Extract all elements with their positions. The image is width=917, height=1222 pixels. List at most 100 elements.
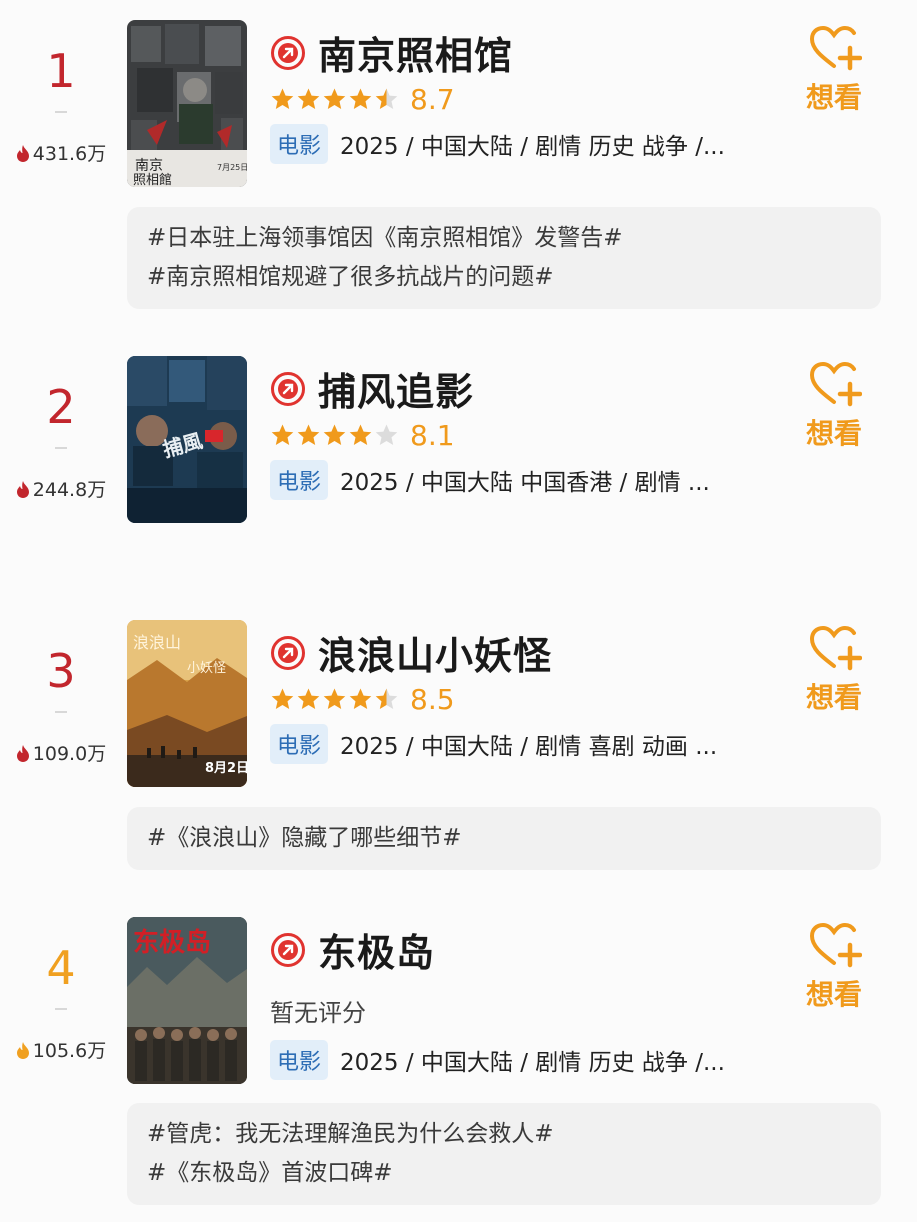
rating: 8.7 bbox=[270, 82, 455, 116]
star-icon bbox=[349, 88, 372, 109]
meta-row: 电影 2025 / 中国大陆 / 剧情 历史 战争 /... bbox=[270, 124, 725, 164]
rank-number: 2 bbox=[46, 380, 76, 434]
playing-badge-icon bbox=[271, 35, 305, 70]
movie-meta: 2025 / 中国大陆 / 剧情 历史 战争 /... bbox=[340, 1050, 725, 1076]
star-icon bbox=[349, 688, 372, 709]
star-icon bbox=[271, 88, 294, 109]
topic-link[interactable]: #南京照相馆规避了很多抗战片的问题# bbox=[147, 258, 861, 297]
title-row: 东极岛 bbox=[270, 922, 435, 977]
heat-value: 431.6万 bbox=[32, 143, 107, 165]
topic-link[interactable]: #日本驻上海领事馆因《南京照相馆》发警告# bbox=[147, 219, 861, 258]
movie-poster[interactable]: 浪浪山 小妖怪 8月2日 bbox=[127, 620, 247, 787]
want-to-watch-button[interactable]: 想看 bbox=[798, 24, 870, 116]
star-icon bbox=[297, 688, 320, 709]
flame-icon bbox=[16, 1042, 29, 1059]
title-row: 捕风追影 bbox=[270, 361, 474, 416]
movie-meta: 2025 / 中国大陆 / 剧情 喜剧 动画 ... bbox=[340, 734, 718, 760]
heat-count: 105.6万 bbox=[0, 1036, 122, 1063]
category-tag: 电影 bbox=[270, 1040, 329, 1080]
star-icon bbox=[297, 88, 320, 109]
movie-poster[interactable]: 捕風 bbox=[127, 356, 247, 523]
title-row: 浪浪山小妖怪 bbox=[270, 625, 552, 680]
star-icon bbox=[349, 424, 372, 445]
movie-title[interactable]: 东极岛 bbox=[318, 922, 435, 977]
meta-row: 电影 2025 / 中国大陆 中国香港 / 剧情 ... bbox=[270, 460, 710, 500]
rank-divider bbox=[55, 447, 67, 449]
want-label: 想看 bbox=[805, 417, 862, 450]
star-icon bbox=[271, 424, 294, 445]
rating: 8.1 bbox=[270, 418, 455, 452]
star-icon bbox=[271, 688, 294, 709]
want-to-watch-button[interactable]: 想看 bbox=[798, 624, 870, 716]
heat-value: 109.0万 bbox=[32, 743, 107, 765]
svg-text:小妖怪: 小妖怪 bbox=[187, 661, 226, 676]
meta-row: 电影 2025 / 中国大陆 / 剧情 历史 战争 /... bbox=[270, 1040, 725, 1080]
svg-text:东极岛: 东极岛 bbox=[133, 927, 211, 958]
meta-row: 电影 2025 / 中国大陆 / 剧情 喜剧 动画 ... bbox=[270, 724, 717, 764]
rating-score: 8.5 bbox=[410, 682, 455, 716]
movie-meta: 2025 / 中国大陆 中国香港 / 剧情 ... bbox=[340, 470, 710, 496]
rank-number: 3 bbox=[46, 644, 76, 698]
want-label: 想看 bbox=[805, 81, 862, 114]
star-rating bbox=[270, 423, 400, 448]
rating: 8.5 bbox=[270, 682, 455, 716]
flame-icon bbox=[16, 481, 29, 498]
star-icon bbox=[375, 424, 398, 445]
playing-badge-icon bbox=[271, 932, 305, 967]
want-to-watch-button[interactable]: 想看 bbox=[798, 921, 870, 1013]
want-label: 想看 bbox=[805, 978, 862, 1011]
rank-divider bbox=[55, 711, 67, 713]
rating-score: 8.7 bbox=[410, 82, 455, 116]
topic-box: #《浪浪山》隐藏了哪些细节# bbox=[127, 807, 881, 870]
heart-plus-icon bbox=[809, 361, 862, 407]
want-label: 想看 bbox=[805, 681, 862, 714]
rank-number: 4 bbox=[46, 941, 76, 995]
movie-title[interactable]: 捕风追影 bbox=[318, 361, 474, 416]
rank-number: 1 bbox=[46, 44, 76, 98]
movie-poster[interactable]: 南京 照相館 7月25日 bbox=[127, 20, 247, 187]
title-row: 南京照相馆 bbox=[270, 25, 513, 80]
star-icon bbox=[297, 424, 320, 445]
rank-divider bbox=[55, 111, 67, 113]
svg-text:7月25日: 7月25日 bbox=[217, 163, 247, 172]
flame-icon bbox=[16, 745, 29, 762]
flame-icon bbox=[16, 145, 29, 162]
star-icon bbox=[323, 424, 346, 445]
want-to-watch-button[interactable]: 想看 bbox=[798, 360, 870, 452]
svg-text:浪浪山: 浪浪山 bbox=[133, 633, 181, 652]
rating-score: 8.1 bbox=[410, 418, 455, 452]
heat-count: 109.0万 bbox=[0, 739, 122, 766]
topic-box: #管虎：我无法理解渔民为什么会救人# #《东极岛》首波口碑# bbox=[127, 1103, 881, 1205]
svg-text:照相館: 照相館 bbox=[133, 173, 172, 187]
svg-text:8月2日: 8月2日 bbox=[205, 761, 247, 776]
star-rating bbox=[270, 87, 400, 112]
topic-link[interactable]: #《东极岛》首波口碑# bbox=[147, 1154, 861, 1193]
star-icon bbox=[323, 688, 346, 709]
topic-link[interactable]: #管虎：我无法理解渔民为什么会救人# bbox=[147, 1115, 861, 1154]
heat-value: 244.8万 bbox=[32, 479, 107, 501]
movie-meta: 2025 / 中国大陆 / 剧情 历史 战争 /... bbox=[340, 134, 725, 160]
playing-badge-icon bbox=[271, 371, 305, 406]
heat-value: 105.6万 bbox=[32, 1040, 107, 1062]
rank-divider bbox=[55, 1008, 67, 1010]
svg-text:南京: 南京 bbox=[135, 158, 163, 174]
category-tag: 电影 bbox=[270, 124, 329, 164]
star-icon bbox=[375, 88, 398, 109]
heart-plus-icon bbox=[809, 922, 862, 968]
topic-box: #日本驻上海领事馆因《南京照相馆》发警告# #南京照相馆规避了很多抗战片的问题# bbox=[127, 207, 881, 309]
heat-count: 431.6万 bbox=[0, 139, 122, 166]
category-tag: 电影 bbox=[270, 460, 329, 500]
heart-plus-icon bbox=[809, 25, 862, 71]
heat-count: 244.8万 bbox=[0, 475, 122, 502]
topic-link[interactable]: #《浪浪山》隐藏了哪些细节# bbox=[147, 819, 861, 858]
rating: 暂无评分 bbox=[270, 993, 366, 1027]
movie-title[interactable]: 南京照相馆 bbox=[318, 25, 513, 80]
no-rating-text: 暂无评分 bbox=[270, 998, 366, 1027]
heart-plus-icon bbox=[809, 625, 862, 671]
star-icon bbox=[323, 88, 346, 109]
category-tag: 电影 bbox=[270, 724, 329, 764]
movie-title[interactable]: 浪浪山小妖怪 bbox=[318, 625, 552, 680]
star-rating bbox=[270, 687, 400, 712]
star-icon bbox=[375, 688, 398, 709]
movie-poster[interactable]: 东极岛 bbox=[127, 917, 247, 1084]
